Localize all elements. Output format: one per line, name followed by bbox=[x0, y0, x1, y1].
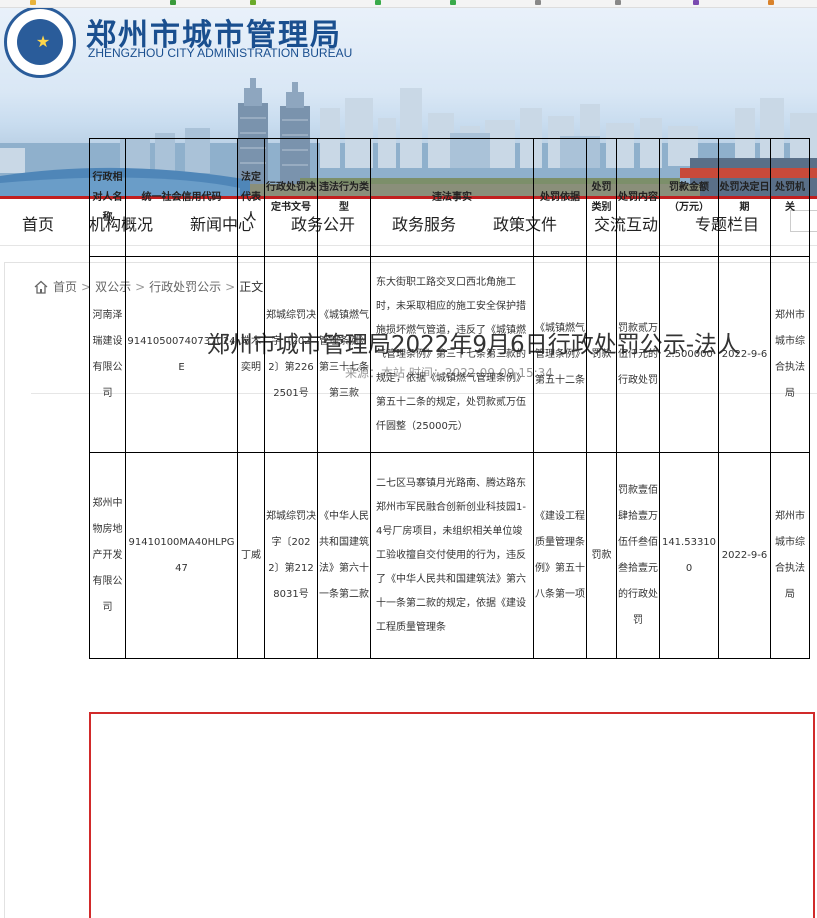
col-header: 处罚内容 bbox=[616, 138, 660, 257]
col-header: 处罚决定日期 bbox=[718, 138, 771, 257]
bookmark-icon[interactable] bbox=[768, 0, 774, 5]
cell-legal-rep: 端木奕明 bbox=[237, 256, 265, 453]
cell-fine-amount: 2.500000 bbox=[659, 256, 719, 453]
cell-decision-date: 2022-9-6 bbox=[718, 256, 771, 453]
cell-doc-number: 郑城综罚决字〔2022〕第2262501号 bbox=[264, 256, 318, 453]
cell-violation-facts: 二七区马寨镇月光路南、腾达路东郑州市军民融合创新创业科技园1-4号厂房项目，未组… bbox=[370, 452, 534, 659]
penalty-table: 行政相对人名称 统一社会信用代码 法定代表人 行政处罚决定书文号 违法行为类型 … bbox=[89, 138, 810, 659]
col-header: 处罚类别 bbox=[586, 138, 617, 257]
bookmark-icon[interactable] bbox=[250, 0, 256, 5]
bookmarks-bar bbox=[0, 0, 817, 8]
col-header: 行政处罚决定书文号 bbox=[264, 138, 318, 257]
bookmark-icon[interactable] bbox=[170, 0, 176, 5]
col-header: 处罚机关 bbox=[770, 138, 810, 257]
bookmark-icon[interactable] bbox=[30, 0, 36, 5]
cell-party-name: 河南泽瑞建设有限公司 bbox=[89, 256, 126, 453]
city-emblem-logo[interactable]: ★ bbox=[4, 8, 76, 78]
nav-item-home[interactable]: 首页 bbox=[22, 211, 54, 235]
table-header-row: 行政相对人名称 统一社会信用代码 法定代表人 行政处罚决定书文号 违法行为类型 … bbox=[89, 138, 810, 257]
cell-violation-type: 《城镇燃气管理条例》第三十七条第三款 bbox=[317, 256, 371, 453]
bookmark-icon[interactable] bbox=[535, 0, 541, 5]
col-header: 处罚依据 bbox=[533, 138, 587, 257]
col-header: 行政相对人名称 bbox=[89, 138, 126, 257]
cell-penalty-category: 罚款 bbox=[586, 452, 617, 659]
cell-penalty-category: 罚款 bbox=[586, 256, 617, 453]
cell-fine-amount: 141.533100 bbox=[659, 452, 719, 659]
col-header: 统一社会信用代码 bbox=[125, 138, 238, 257]
cell-agency: 郑州市城市综合执法局 bbox=[770, 452, 810, 659]
cell-legal-rep: 丁威 bbox=[237, 452, 265, 659]
cell-violation-type: 《中华人民共和国建筑法》第六十一条第二款 bbox=[317, 452, 371, 659]
cell-doc-number: 郑城综罚决字〔2022〕第2128031号 bbox=[264, 452, 318, 659]
col-header: 罚款金额（万元） bbox=[659, 138, 719, 257]
col-header: 违法事实 bbox=[370, 138, 534, 257]
bookmark-icon[interactable] bbox=[693, 0, 699, 5]
table-row: 郑州中物房地产开发有限公司 91410100MA40HLPG47 丁威 郑城综罚… bbox=[89, 452, 810, 659]
cell-violation-facts: 东大街职工路交叉口西北角施工时，未采取相应的施工安全保护措施损坏燃气管道，违反了… bbox=[370, 256, 534, 453]
col-header: 法定代表人 bbox=[237, 138, 265, 257]
bookmark-icon[interactable] bbox=[450, 0, 456, 5]
site-subtitle: ZHENGZHOU CITY ADMINISTRATION BUREAU bbox=[88, 46, 353, 60]
cell-penalty-basis: 《建设工程质量管理条例》第五十八条第一项 bbox=[533, 452, 587, 659]
cell-penalty-content: 罚款壹佰肆拾壹万伍仟叁佰叁拾壹元的行政处罚 bbox=[616, 452, 660, 659]
cell-penalty-basis: 《城镇燃气管理条例》第五十二条 bbox=[533, 256, 587, 453]
cell-penalty-content: 罚款贰万伍仟元的行政处罚 bbox=[616, 256, 660, 453]
cell-party-name: 郑州中物房地产开发有限公司 bbox=[89, 452, 126, 659]
home-icon bbox=[34, 280, 48, 294]
cell-credit-code: 91410100MA40HLPG47 bbox=[125, 452, 238, 659]
cell-agency: 郑州市城市综合执法局 bbox=[770, 256, 810, 453]
bookmark-icon[interactable] bbox=[615, 0, 621, 5]
bookmark-icon[interactable] bbox=[375, 0, 381, 5]
cell-decision-date: 2022-9-6 bbox=[718, 452, 771, 659]
col-header: 违法行为类型 bbox=[317, 138, 371, 257]
breadcrumb-home[interactable]: 首页 bbox=[53, 278, 77, 295]
cell-credit-code: 91410500740737024E bbox=[125, 256, 238, 453]
table-row: 河南泽瑞建设有限公司 91410500740737024E 端木奕明 郑城综罚决… bbox=[89, 256, 810, 453]
